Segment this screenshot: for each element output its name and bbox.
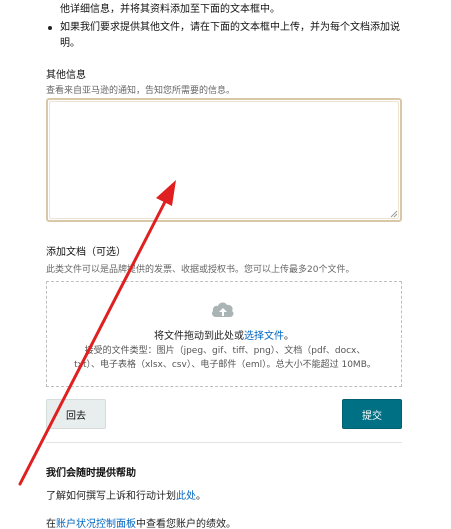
choose-file-link[interactable]: 选择文件 <box>244 331 284 342</box>
drop-suffix: 。 <box>284 331 294 342</box>
help-line-1-prefix: 了解如何撰写上诉和行动计划 <box>46 491 176 502</box>
instruction-item-2: 如果我们要求提供其他文件，请在下面的文本框中上传，并为每个文档添加说明。 <box>48 20 408 52</box>
help-line-2: 在账户状况控制面板中查看您账户的绩效。 <box>46 515 236 529</box>
accepted-types-line-2: txt）、电子表格（xlsx、csv）、电子邮件（eml）。总大小不能超过 10… <box>74 360 376 370</box>
help-line-1: 了解如何撰写上诉和行动计划此处。 <box>46 487 206 502</box>
textarea-inner-border <box>49 101 399 219</box>
other-info-label: 其他信息 <box>46 70 86 81</box>
instruction-text-2: 如果我们要求提供其他文件，请在下面的文本框中上传，并为每个文档添加说明。 <box>60 22 400 49</box>
accepted-types-line-1: 接受的文件类型：图片（jpeg、gif、tiff、png）、文档（pdf、doc… <box>84 346 366 356</box>
section-divider <box>46 442 402 443</box>
dropzone-instruction: 将文件拖动到此处或选择文件。 <box>46 327 402 342</box>
resize-handle-icon[interactable] <box>390 210 398 218</box>
account-health-link[interactable]: 账户状况控制面板 <box>56 519 136 529</box>
help-line-2-prefix: 在 <box>46 519 56 529</box>
attachments-hint: 此类文件可以是品牌提供的发票、收据或授权书。您可以上传最多20个文件。 <box>46 265 355 275</box>
attachments-label: 添加文档（可选） <box>46 247 126 258</box>
appeal-form-page: 他详细信息，并将其资料添加至下面的文本框中。 如果我们要求提供其他文件，请在下面… <box>0 0 451 529</box>
appeal-guide-link[interactable]: 此处 <box>176 491 196 502</box>
help-line-1-suffix: 。 <box>196 491 206 502</box>
instruction-text-1: 他详细信息，并将其资料添加至下面的文本框中。 <box>60 4 280 15</box>
other-info-hint: 查看来自亚马逊的通知，告知您所需要的信息。 <box>46 86 236 96</box>
bullet-dot <box>48 26 52 30</box>
cloud-upload-icon <box>212 302 234 317</box>
submit-button[interactable]: 提交 <box>342 399 402 429</box>
help-line-2-suffix: 中查看您账户的绩效。 <box>136 519 236 529</box>
back-button[interactable]: 回去 <box>46 399 106 429</box>
drop-prefix: 将文件拖动到此处或 <box>154 331 244 342</box>
help-title: 我们会随时提供帮助 <box>46 468 136 479</box>
other-info-textarea[interactable] <box>46 98 402 222</box>
